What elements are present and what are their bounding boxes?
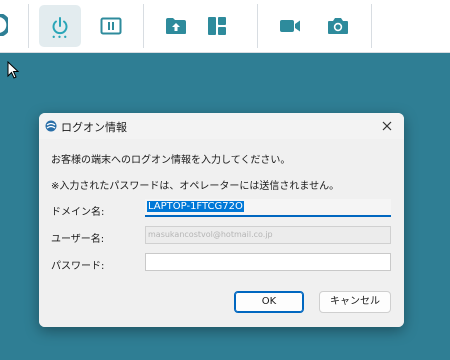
close-button[interactable] xyxy=(370,113,404,139)
dialog-titlebar[interactable]: ログオン情報 xyxy=(39,113,404,139)
domain-field[interactable]: LAPTOP-1FTCG72O xyxy=(145,199,391,217)
password-label: パスワード: xyxy=(51,261,105,272)
power-status-indicator: ••• xyxy=(51,33,69,42)
app-logo-icon xyxy=(0,13,11,39)
app-icon xyxy=(45,120,57,132)
video-camera-icon xyxy=(280,20,300,32)
cancel-button[interactable]: キャンセル xyxy=(319,291,391,313)
layout-button[interactable] xyxy=(196,5,238,47)
remote-toolbar: ••• xyxy=(0,0,450,53)
toolbar-separator xyxy=(257,4,258,48)
dialog-body: お客様の端末へのログオン情報を入力してください。 ※入力されたパスワードは、オペ… xyxy=(39,139,404,327)
power-button[interactable]: ••• xyxy=(39,5,81,47)
pause-icon xyxy=(100,17,122,35)
toolbar-separator xyxy=(28,4,29,48)
camera-icon xyxy=(328,18,348,34)
username-value: masukancostvol@hotmail.co.jp xyxy=(148,230,273,239)
record-video-button[interactable] xyxy=(269,5,311,47)
close-icon xyxy=(382,121,392,131)
toolbar-separator xyxy=(371,4,372,48)
username-label: ユーザー名: xyxy=(51,234,105,245)
screenshot-button[interactable] xyxy=(317,5,359,47)
toolbar-separator xyxy=(143,4,144,48)
domain-label: ドメイン名: xyxy=(51,207,105,218)
password-notice-text: ※入力されたパスワードは、オペレーターには送信されません。 xyxy=(51,181,340,192)
password-field[interactable] xyxy=(145,253,391,271)
file-upload-button[interactable] xyxy=(155,5,197,47)
layout-icon xyxy=(208,17,226,35)
dialog-title: ログオン情報 xyxy=(61,121,127,134)
instruction-text: お客様の端末へのログオン情報を入力してください。 xyxy=(51,155,291,166)
username-field: masukancostvol@hotmail.co.jp xyxy=(145,226,391,244)
logon-info-dialog: ログオン情報 お客様の端末へのログオン情報を入力してください。 ※入力されたパス… xyxy=(39,113,404,327)
mouse-cursor-icon xyxy=(7,60,20,82)
domain-value: LAPTOP-1FTCG72O xyxy=(147,201,244,212)
pause-button[interactable] xyxy=(90,5,132,47)
folder-upload-icon xyxy=(166,18,186,34)
ok-button[interactable]: OK xyxy=(234,291,304,313)
